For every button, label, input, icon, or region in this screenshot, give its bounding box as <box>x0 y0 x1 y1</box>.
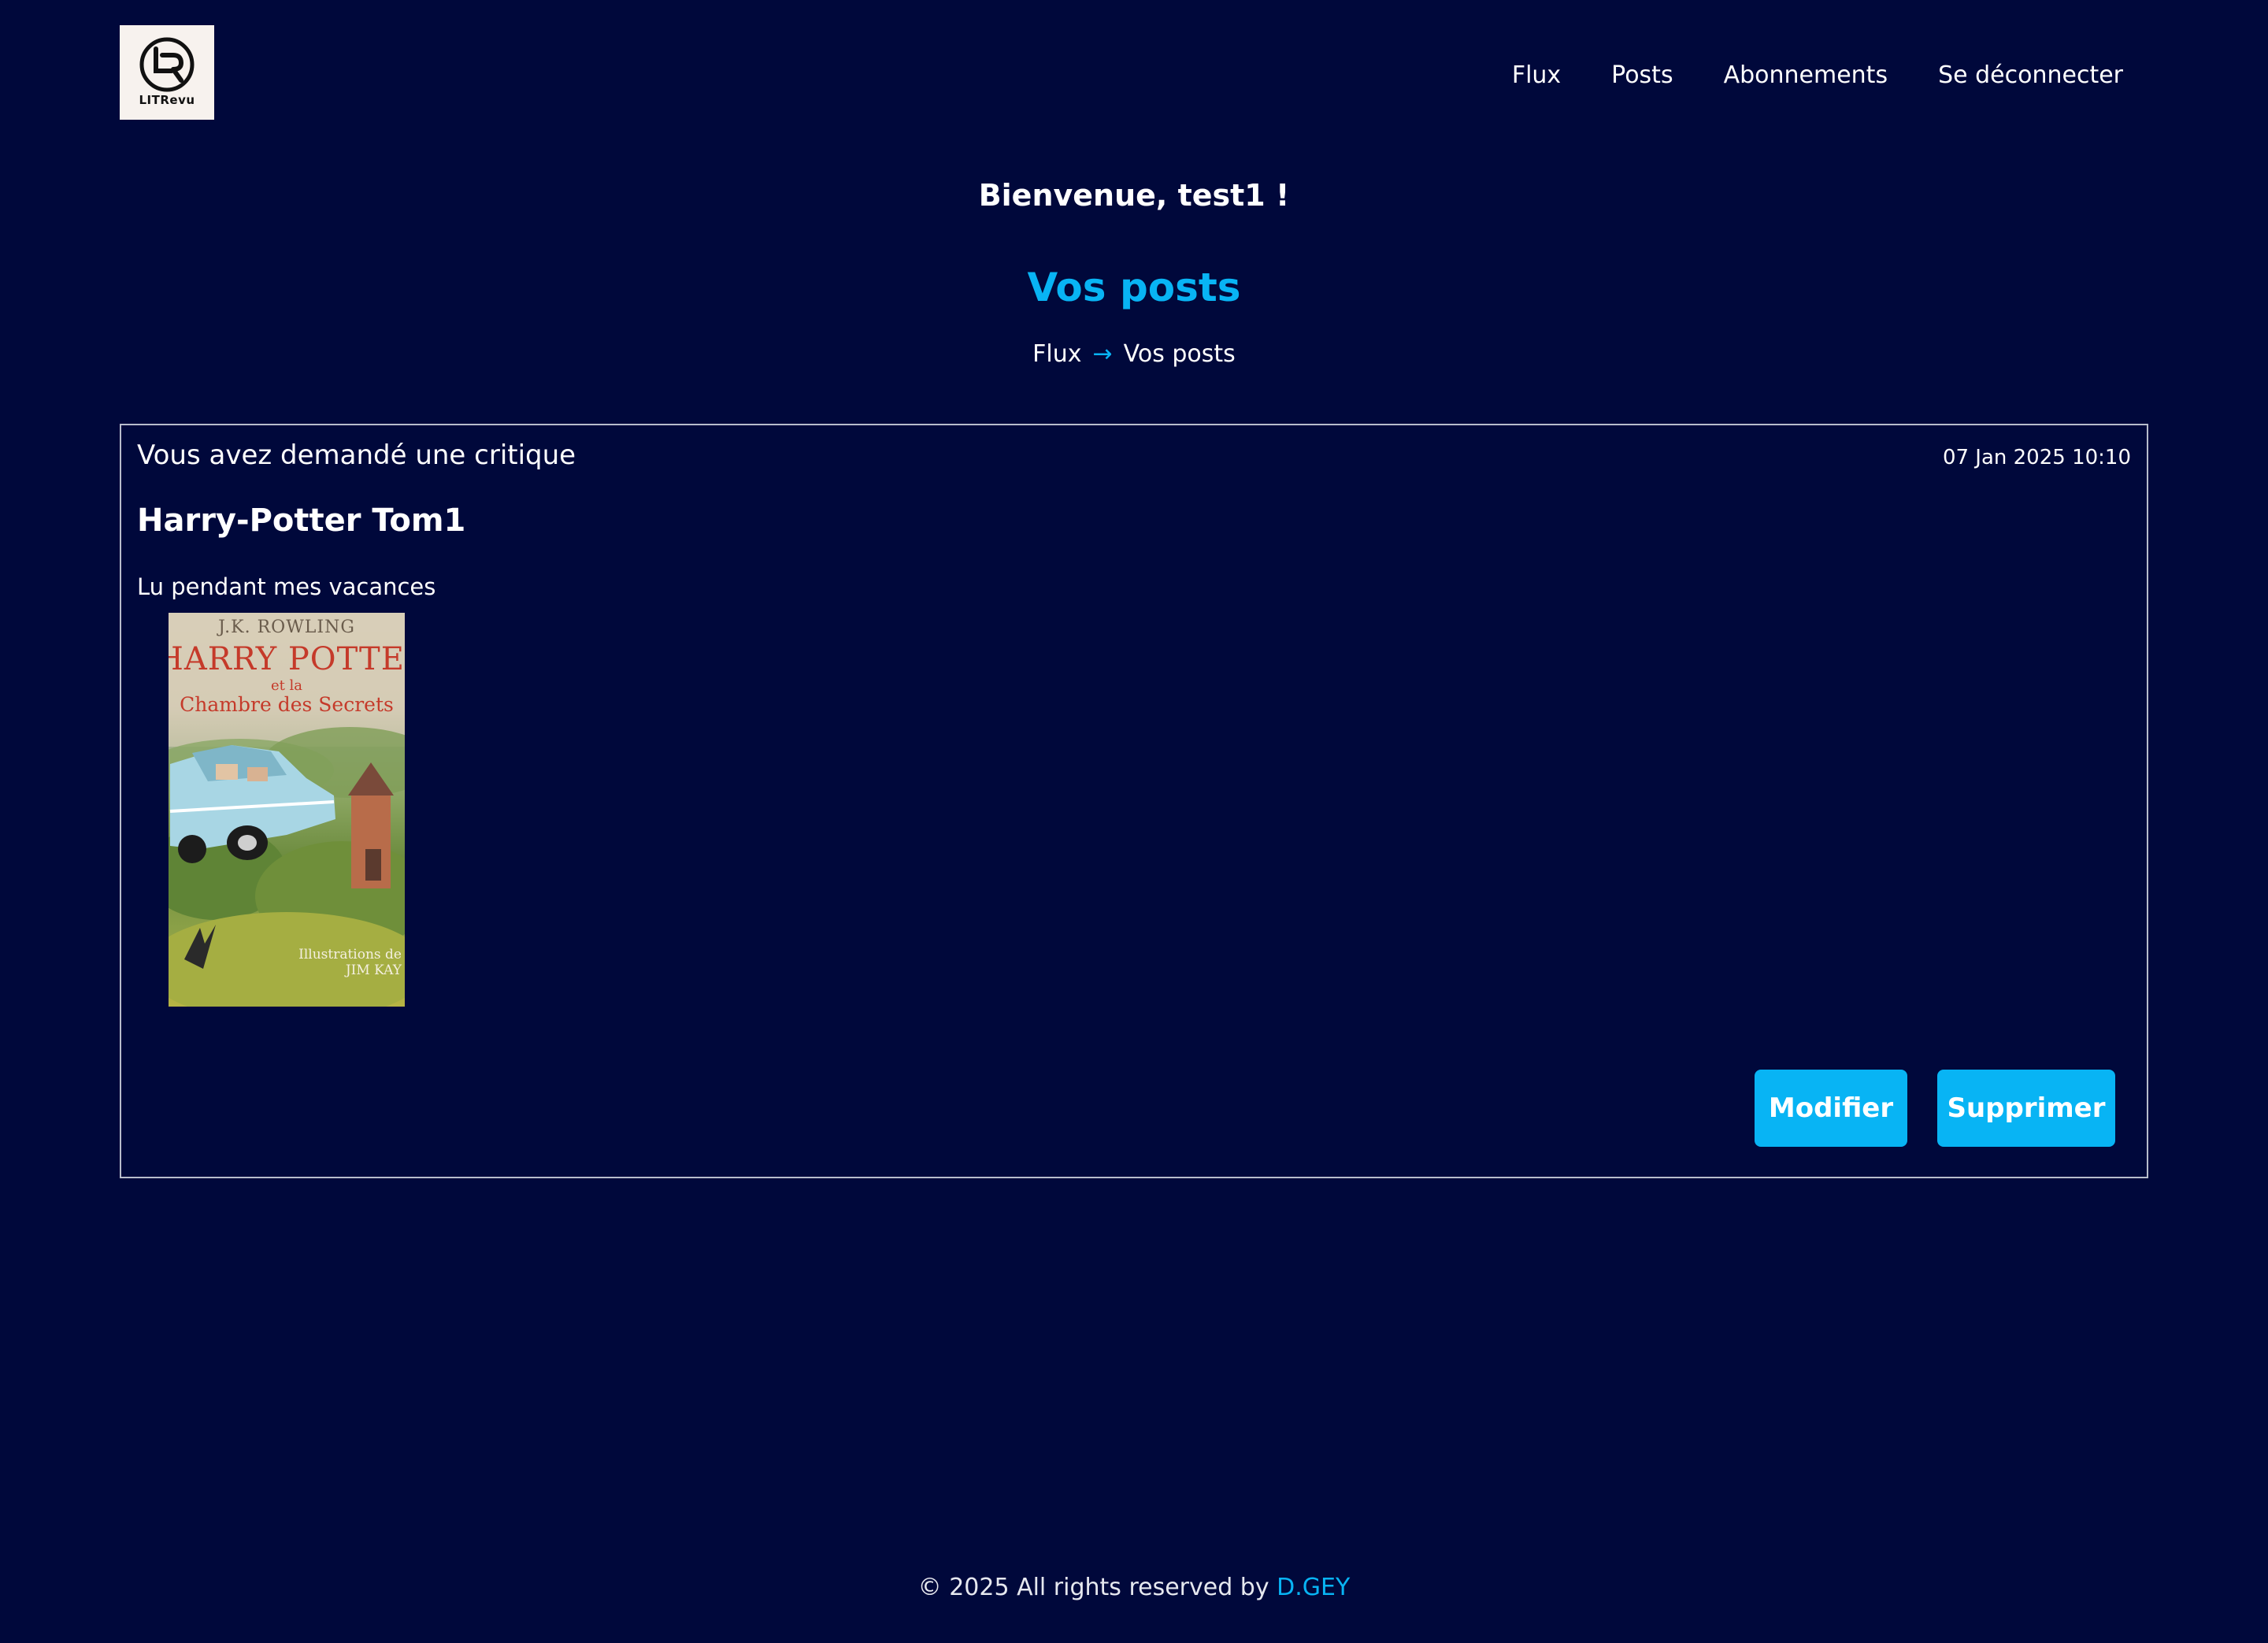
cover-illustrator: Illustrations de JIM KAY <box>298 947 402 978</box>
delete-button[interactable]: Supprimer <box>1937 1070 2115 1147</box>
footer: © 2025 All rights reserved by D.GEY <box>0 1574 2268 1601</box>
nav-link-flux[interactable]: Flux <box>1512 60 1561 91</box>
nav-link-logout[interactable]: Se déconnecter <box>1938 60 2123 91</box>
breadcrumb: Flux → Vos posts <box>0 340 2268 368</box>
cover-illustrator-name: JIM KAY <box>345 962 402 978</box>
breadcrumb-link-flux[interactable]: Flux <box>1032 340 1081 368</box>
welcome-message: Bienvenue, test1 ! <box>978 178 1290 213</box>
page: LITRevu Flux Posts Abonnements Se déconn… <box>0 0 2268 1643</box>
edit-button[interactable]: Modifier <box>1755 1070 1907 1147</box>
footer-author-link[interactable]: D.GEY <box>1277 1574 1350 1601</box>
page-title: Vos posts <box>1027 265 1241 310</box>
post-title: Harry-Potter Tom1 <box>137 503 466 539</box>
book-cover-image: J.K. ROWLING HARRY POTTER et la Chambre … <box>169 613 405 1007</box>
logo-text: LITRevu <box>139 93 195 107</box>
logo-mark-icon <box>139 37 195 92</box>
post-description: Lu pendant mes vacances <box>137 573 436 600</box>
post-type: Vous avez demandé une critique <box>137 439 576 471</box>
main-nav: Flux Posts Abonnements Se déconnecter <box>1512 60 2123 91</box>
nav-link-subscriptions[interactable]: Abonnements <box>1724 60 1888 91</box>
site-logo[interactable]: LITRevu <box>120 25 214 120</box>
cover-author: J.K. ROWLING <box>218 618 355 637</box>
breadcrumb-arrow-icon: → <box>1092 340 1113 368</box>
cover-subtitle-small: et la <box>270 677 303 694</box>
breadcrumb-current: Vos posts <box>1123 340 1236 368</box>
nav-link-posts[interactable]: Posts <box>1611 60 1673 91</box>
cover-illustrations-label: Illustrations de <box>298 947 402 962</box>
footer-copyright: © 2025 All rights reserved by <box>917 1574 1269 1601</box>
cover-subtitle: Chambre des Secrets <box>180 693 394 716</box>
post-card: Vous avez demandé une critique 07 Jan 20… <box>120 424 2148 1178</box>
post-date: 07 Jan 2025 10:10 <box>1942 446 2131 469</box>
cover-title: HARRY POTTER <box>169 641 405 677</box>
